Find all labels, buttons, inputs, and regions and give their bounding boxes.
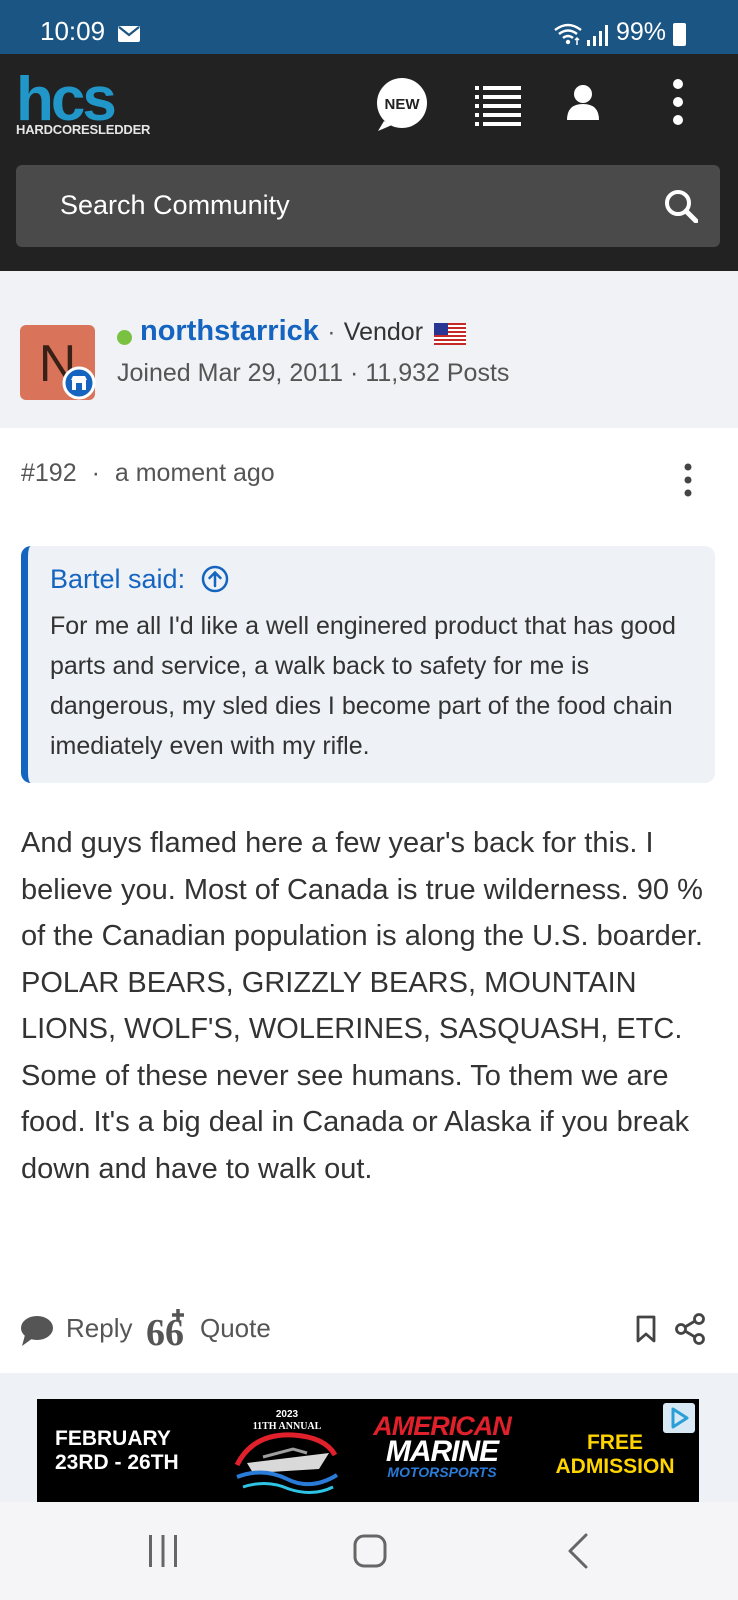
post-actions: Reply 66 Quote — [0, 1305, 738, 1355]
author-joined: Joined Mar 29, 2011 — [117, 359, 344, 387]
logo-subtitle: HARDCORESLEDDER — [16, 122, 151, 137]
ad-choice-icon[interactable] — [663, 1403, 695, 1433]
ad-area: FEBRUARY 23RD - 26TH 2023 11TH ANNUAL AM… — [0, 1373, 738, 1502]
ad-banner[interactable]: FEBRUARY 23RD - 26TH 2023 11TH ANNUAL AM… — [37, 1399, 699, 1502]
post-number[interactable]: #192 — [21, 459, 77, 487]
author-role: Vendor — [343, 318, 424, 346]
reply-button[interactable]: Reply — [66, 1313, 132, 1344]
post-meta-separator: · — [91, 459, 100, 487]
author-name-link[interactable]: northstarrick — [140, 315, 319, 347]
boat-show-logo: 2023 11TH ANNUAL — [234, 1409, 339, 1494]
search-icon[interactable] — [664, 189, 698, 223]
system-nav-bar — [0, 1502, 738, 1600]
wifi-icon — [554, 23, 582, 45]
quote-plus-icon[interactable]: 66 — [146, 1307, 188, 1347]
arrow-up-circle-icon[interactable] — [201, 565, 229, 593]
ad-date: FEBRUARY 23RD - 26TH — [55, 1427, 179, 1475]
nav-back-icon[interactable] — [566, 1532, 590, 1570]
battery-icon — [673, 23, 686, 46]
ad-boat-annual: 11TH ANNUAL — [253, 1421, 322, 1432]
author-meta-separator: · — [350, 359, 359, 387]
quote-author-label: Bartel said: — [50, 564, 186, 594]
online-indicator — [117, 330, 132, 345]
app-header: hcs HARDCORESLEDDER NEW Search Community — [0, 54, 738, 271]
user-icon[interactable] — [566, 84, 600, 120]
author-meta: Joined Mar 29, 2011 · 11,932 Posts — [117, 359, 509, 388]
vendor-badge-icon — [62, 366, 96, 400]
battery-percent: 99% — [616, 18, 667, 46]
reply-icon[interactable] — [20, 1313, 54, 1347]
ad-date-line1: FEBRUARY — [55, 1427, 171, 1450]
nav-recent-icon[interactable] — [146, 1533, 180, 1569]
status-bar: 10:09 99% — [0, 0, 738, 54]
quote-button[interactable]: Quote — [200, 1313, 271, 1344]
post-more-icon[interactable] — [678, 462, 698, 498]
post-meta: #192 · a moment ago — [21, 459, 275, 488]
ad-offer-line1: FREE — [586, 1431, 643, 1454]
ad-brand-line2: MARINE — [385, 1435, 499, 1468]
quote-block: Bartel said: For me all I'd like a well … — [21, 546, 715, 783]
search-placeholder: Search Community — [60, 190, 290, 220]
author-line: northstarrick · Vendor — [140, 315, 466, 348]
ad-date-line2: 23RD - 26TH — [55, 1451, 179, 1474]
list-icon[interactable] — [475, 86, 521, 126]
ad-offer-line2: ADMISSION — [555, 1455, 675, 1478]
ad-brand: AMERICAN MARINE MOTORSPORTS — [347, 1413, 537, 1480]
more-vertical-icon[interactable] — [668, 78, 688, 126]
svg-text:NEW: NEW — [385, 96, 421, 113]
post-body: And guys flamed here a few year's back f… — [21, 827, 703, 1185]
author-separator: · — [327, 319, 336, 346]
bookmark-icon[interactable] — [636, 1315, 656, 1343]
ad-boat-year: 2023 — [276, 1409, 299, 1420]
new-badge-icon[interactable]: NEW — [374, 77, 430, 133]
search-input[interactable]: Search Community — [16, 165, 720, 247]
ad-offer: FREE ADMISSION — [545, 1431, 685, 1479]
nav-home-icon[interactable] — [353, 1534, 387, 1568]
author-posts: 11,932 Posts — [365, 359, 510, 387]
signal-icon — [587, 25, 608, 46]
flag-icon — [433, 322, 466, 345]
mail-icon — [118, 26, 140, 42]
share-icon[interactable] — [674, 1313, 706, 1345]
quote-text: For me all I'd like a well enginered pro… — [50, 612, 676, 760]
post-time: a moment ago — [114, 459, 275, 487]
quote-author[interactable]: Bartel said: — [50, 564, 229, 595]
author-block: N northstarrick · Vendor Joined Mar 29, … — [0, 271, 738, 428]
status-time: 10:09 — [40, 16, 106, 46]
ad-brand-line3: MOTORSPORTS — [387, 1464, 497, 1480]
